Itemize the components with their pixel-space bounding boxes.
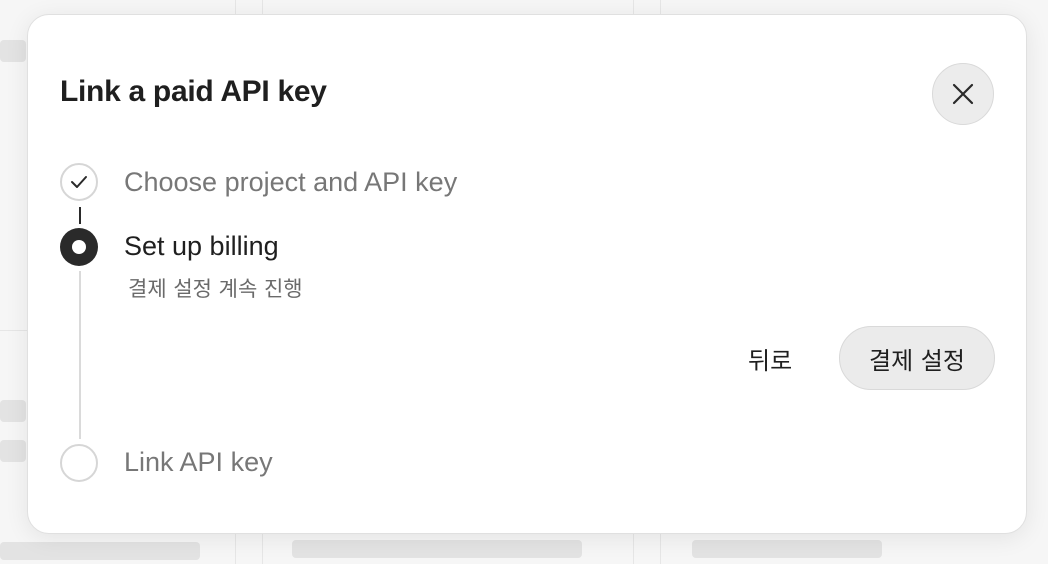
close-button[interactable] <box>932 63 994 125</box>
set-up-billing-button[interactable]: 결제 설정 <box>839 326 995 390</box>
step-2-label: Set up billing <box>124 231 279 261</box>
check-icon <box>71 176 87 188</box>
step-1-indicator <box>60 163 98 201</box>
background-content <box>0 542 200 560</box>
background-content <box>0 440 26 462</box>
step-2-indicator <box>60 228 98 266</box>
step-3-label: Link API key <box>124 447 273 477</box>
dialog-title: Link a paid API key <box>60 75 327 108</box>
step-connector <box>79 207 81 224</box>
back-button[interactable]: 뒤로 <box>736 335 804 381</box>
link-api-key-dialog: Link a paid API key Choose project and A… <box>27 14 1027 534</box>
close-icon <box>952 83 974 105</box>
step-connector <box>79 271 81 439</box>
step-2-description: 결제 설정 계속 진행 <box>128 277 303 301</box>
background-content <box>0 40 26 62</box>
step-3-indicator <box>60 444 98 482</box>
background-content <box>692 540 882 558</box>
background-content <box>292 540 582 558</box>
step-1-label: Choose project and API key <box>124 167 458 197</box>
active-dot-icon <box>72 240 86 254</box>
background-content <box>0 400 26 422</box>
